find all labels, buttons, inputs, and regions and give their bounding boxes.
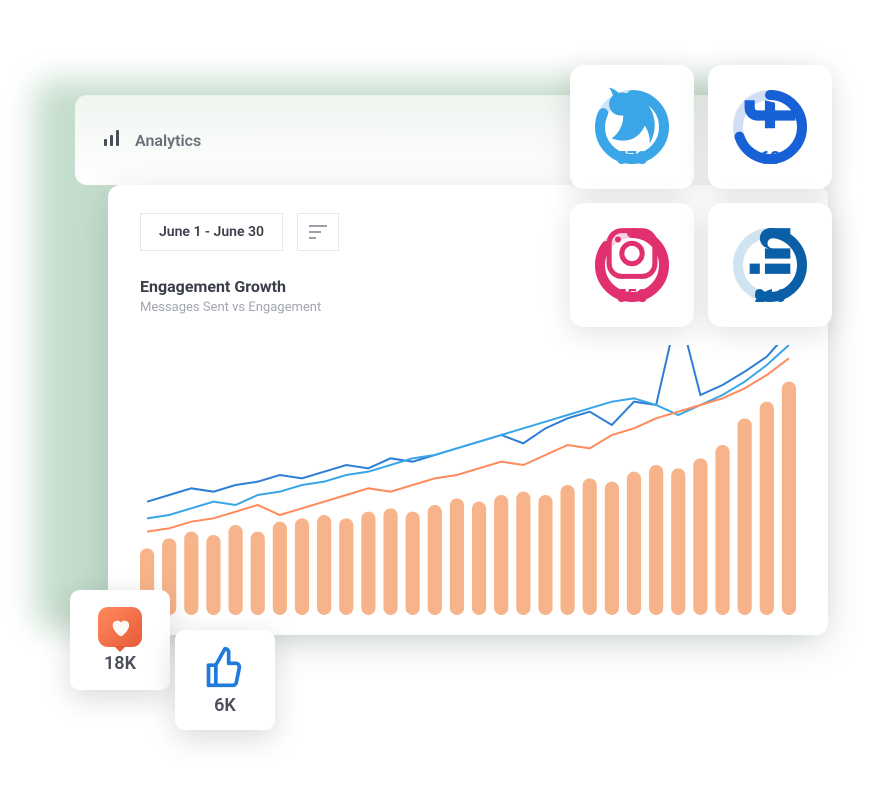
likes-card: 18K [70,590,170,690]
social-stats-grid: 573 68 558 216 [570,65,832,327]
filter-icon [309,225,327,239]
thumbs-value: 6K [214,695,236,716]
linkedin-icon [740,212,801,296]
twitter-icon [602,74,663,158]
engagement-chart [128,345,808,615]
likes-value: 18K [104,653,136,674]
facebook-stat-card: 68 [708,65,832,189]
twitter-stat-card: 573 [570,65,694,189]
thumbs-up-icon [203,645,247,689]
date-range-picker[interactable]: June 1 - June 30 [140,213,283,251]
instagram-stat-card: 558 [570,203,694,327]
heart-icon [98,607,142,647]
bar-chart-icon [103,129,121,151]
thumbs-card: 6K [175,630,275,730]
filter-button[interactable] [297,213,339,251]
instagram-icon [602,212,663,296]
linkedin-stat-card: 216 [708,203,832,327]
facebook-icon [740,74,801,158]
page-title: Analytics [135,131,201,150]
